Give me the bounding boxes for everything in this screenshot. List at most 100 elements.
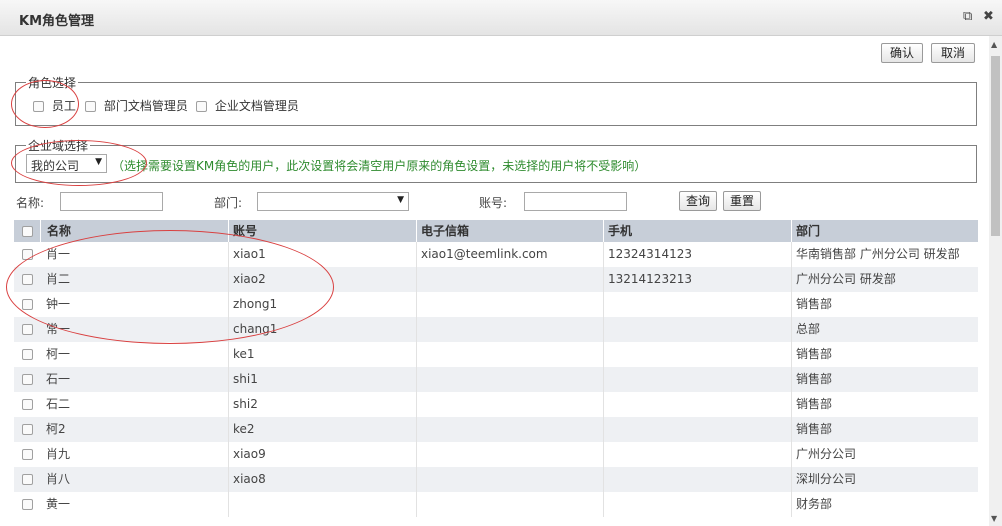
cell-account: xiao9 [228, 442, 416, 467]
table-row[interactable]: 石一 shi1 销售部 [14, 367, 978, 392]
cell-account: xiao1 [228, 242, 416, 267]
cell-dept: 财务部 [791, 492, 978, 517]
select-all-checkbox[interactable] [22, 226, 33, 237]
vertical-scrollbar[interactable]: ▲ ▼ [989, 36, 1002, 526]
row-checkbox[interactable] [22, 349, 33, 360]
row-select-cell [14, 417, 40, 442]
row-select-cell [14, 242, 40, 267]
header-email[interactable]: 电子信箱 [416, 220, 603, 242]
role-ent-doc-admin-checkbox[interactable] [196, 101, 207, 112]
row-checkbox[interactable] [22, 424, 33, 435]
row-checkbox[interactable] [22, 324, 33, 335]
chevron-down-icon: ▼ [95, 157, 102, 167]
domain-select-value: 我的公司 [31, 159, 80, 173]
confirm-button[interactable]: 确认 [881, 43, 923, 63]
role-selection-legend: 角色选择 [28, 76, 77, 90]
cell-name: 肖八 [46, 472, 71, 486]
row-select-cell [14, 342, 40, 367]
row-checkbox[interactable] [22, 299, 33, 310]
cell-phone [603, 342, 791, 367]
domain-selection-legend: 企业域选择 [28, 139, 89, 153]
row-select-cell [14, 392, 40, 417]
cell-dept: 销售部 [791, 292, 978, 317]
table-row[interactable]: 肖九 xiao9 广州分公司 [14, 442, 978, 467]
cell-dept: 销售部 [791, 417, 978, 442]
cell-dept: 深圳分公司 [791, 467, 978, 492]
row-checkbox[interactable] [22, 449, 33, 460]
role-option-dept-doc-admin[interactable]: 部门文档管理员 [85, 97, 188, 114]
role-dept-doc-admin-checkbox[interactable] [85, 101, 96, 112]
cell-dept: 华南销售部 广州分公司 研发部 [791, 242, 978, 267]
cell-name: 肖一 [46, 247, 71, 261]
role-dept-doc-admin-label: 部门文档管理员 [103, 99, 188, 113]
table-row[interactable]: 柯一 ke1 销售部 [14, 342, 978, 367]
cell-phone [603, 317, 791, 342]
account-filter-input[interactable] [524, 192, 627, 211]
cell-email [416, 267, 603, 292]
cell-name: 肖二 [46, 272, 71, 286]
row-select-cell [14, 267, 40, 292]
header-account[interactable]: 账号 [228, 220, 416, 242]
cell-dept: 销售部 [791, 367, 978, 392]
scrollbar-thumb[interactable] [991, 56, 1000, 236]
dept-filter-select[interactable]: ▼ [257, 192, 409, 211]
role-employee-checkbox[interactable] [33, 101, 44, 112]
cell-dept: 广州分公司 研发部 [791, 267, 978, 292]
table-row[interactable]: 石二 shi2 销售部 [14, 392, 978, 417]
table-header: 名称 账号 电子信箱 手机 部门 [14, 220, 978, 242]
cell-name: 常一 [46, 322, 71, 336]
cell-phone [603, 367, 791, 392]
cell-email [416, 467, 603, 492]
cell-name: 石二 [46, 397, 71, 411]
row-checkbox[interactable] [22, 249, 33, 260]
header-dept[interactable]: 部门 [791, 220, 978, 242]
cell-dept: 销售部 [791, 342, 978, 367]
reset-button[interactable]: 重置 [723, 191, 761, 211]
role-employee-label: 员工 [51, 99, 76, 113]
dialog-title: KM角色管理 [19, 14, 95, 29]
row-select-cell [14, 292, 40, 317]
cell-email [416, 342, 603, 367]
cell-account: ke2 [228, 417, 416, 442]
cell-dept: 广州分公司 [791, 442, 978, 467]
table-row[interactable]: 肖一 xiao1 xiao1@teemlink.com 12324314123 华南销售… [14, 242, 978, 267]
scroll-down-icon[interactable]: ▼ [991, 514, 997, 523]
chevron-down-icon: ▼ [397, 195, 404, 205]
row-checkbox[interactable] [22, 274, 33, 285]
close-icon[interactable]: ✖ [983, 10, 994, 24]
header-phone[interactable]: 手机 [603, 220, 791, 242]
row-checkbox[interactable] [22, 374, 33, 385]
domain-select[interactable]: 我的公司 ▼ [26, 154, 107, 173]
table-row[interactable]: 常一 chang1 总部 [14, 317, 978, 342]
cell-email [416, 442, 603, 467]
row-checkbox[interactable] [22, 399, 33, 410]
row-select-cell [14, 492, 40, 517]
cell-phone: 13214123213 [603, 267, 791, 292]
table-row[interactable]: 肖二 xiao2 13214123213 广州分公司 研发部 [14, 267, 978, 292]
cancel-button[interactable]: 取消 [931, 43, 975, 63]
table-row[interactable]: 柯2 ke2 销售部 [14, 417, 978, 442]
external-link-icon[interactable]: ⧉ [963, 10, 972, 24]
cell-phone [603, 417, 791, 442]
header-name[interactable]: 名称 [40, 220, 228, 242]
query-button[interactable]: 查询 [679, 191, 717, 211]
cell-email [416, 492, 603, 517]
row-checkbox[interactable] [22, 499, 33, 510]
cell-email [416, 392, 603, 417]
name-filter-input[interactable] [60, 192, 163, 211]
table-row[interactable]: 钟一 zhong1 销售部 [14, 292, 978, 317]
cell-account [228, 492, 416, 517]
cell-name: 钟一 [46, 297, 71, 311]
scroll-up-icon[interactable]: ▲ [991, 40, 997, 49]
cell-name: 柯2 [46, 422, 66, 436]
role-option-employee[interactable]: 员工 [33, 97, 76, 114]
name-filter-label: 名称: [16, 196, 45, 210]
role-option-ent-doc-admin[interactable]: 企业文档管理员 [196, 97, 299, 114]
cell-phone [603, 292, 791, 317]
table-row[interactable]: 黄一 财务部 [14, 492, 978, 517]
row-checkbox[interactable] [22, 474, 33, 485]
cell-name: 黄一 [46, 497, 71, 511]
table-row[interactable]: 肖八 xiao8 深圳分公司 [14, 467, 978, 492]
dialog-titlebar: KM角色管理 ⧉ ✖ [0, 0, 1002, 36]
cell-dept: 销售部 [791, 392, 978, 417]
